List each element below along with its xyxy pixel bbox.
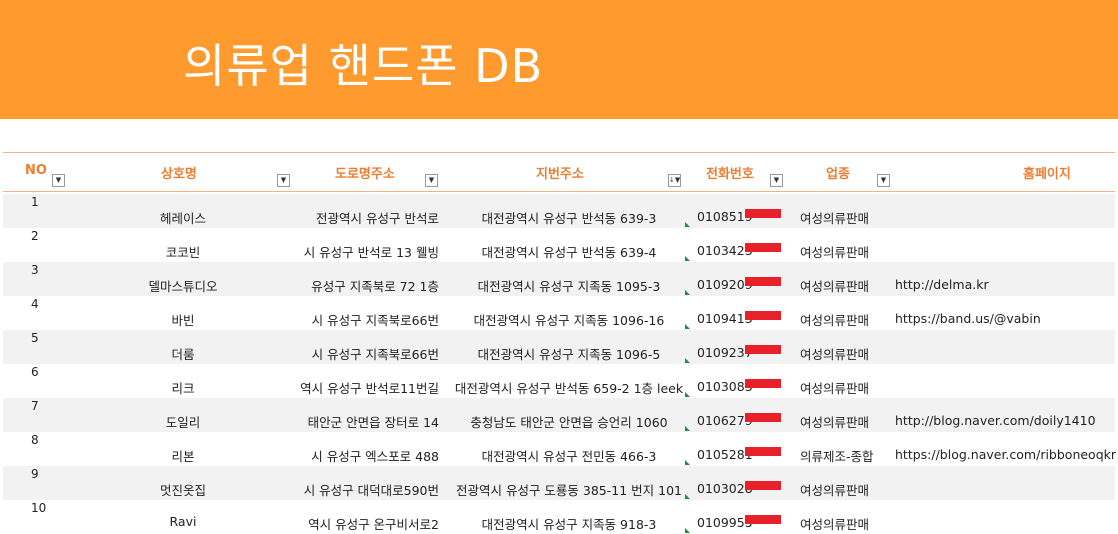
cell-no: 5 bbox=[31, 331, 39, 345]
cell-jibun: 대전광역시 유성구 지족동 1096-5 bbox=[477, 347, 661, 362]
table-row[interactable]: 7 도일리 태안군 안면읍 장터로 14 충청남도 태안군 안면읍 승언리 10… bbox=[3, 398, 1115, 432]
cell-road: 역시 유성구 반석로11번길 bbox=[300, 381, 439, 396]
redaction-mark bbox=[745, 243, 781, 252]
table-row[interactable]: 8 리본 시 유성구 엑스포로 488 대전광역시 유성구 전민동 466-3 … bbox=[3, 432, 1116, 466]
error-indicator-icon bbox=[685, 358, 690, 363]
cell-name: 헤레이스 bbox=[159, 211, 206, 226]
error-indicator-icon bbox=[685, 256, 690, 261]
redaction-mark bbox=[745, 515, 781, 524]
redaction-mark bbox=[745, 345, 781, 354]
cell-no: 4 bbox=[31, 297, 39, 311]
cell-biz: 여성의류판매 bbox=[800, 483, 870, 498]
redaction-mark bbox=[745, 311, 781, 320]
cell-jibun: 대전광역시 유성구 지족동 1096-16 bbox=[473, 313, 665, 328]
cell-name: 바빈 bbox=[171, 313, 195, 328]
cell-jibun: 대전광역시 유성구 지족동 918-3 bbox=[481, 517, 657, 532]
cell-name: 도일리 bbox=[165, 415, 201, 430]
cell-road: 시 유성구 엑스포로 488 bbox=[311, 449, 439, 464]
cell-name: 리크 bbox=[171, 381, 195, 396]
table-row[interactable]: 1 헤레이스 전광역시 유성구 반석로 대전광역시 유성구 반석동 639-3 … bbox=[3, 194, 1115, 228]
title-banner: 의류업 핸드폰 DB bbox=[0, 0, 1118, 119]
cell-biz: 여성의류판매 bbox=[800, 517, 870, 532]
cell-no: 3 bbox=[31, 263, 39, 277]
cell-no: 6 bbox=[31, 365, 39, 379]
redaction-mark bbox=[745, 481, 781, 490]
cell-biz: 여성의류판매 bbox=[800, 381, 870, 396]
filter-dropdown-no[interactable]: ▼ bbox=[52, 174, 65, 187]
error-indicator-icon bbox=[685, 426, 690, 431]
cell-jibun: 대전광역시 유성구 반석동 639-3 bbox=[481, 211, 657, 226]
redaction-mark bbox=[745, 209, 781, 218]
header-no: NO bbox=[25, 163, 47, 178]
cell-home[interactable]: http://blog.naver.com/doily1410 bbox=[895, 413, 1096, 428]
redaction-mark bbox=[745, 413, 781, 422]
cell-name: 리본 bbox=[171, 449, 195, 464]
cell-jibun: 대전광역시 유성구 반석동 659-2 1층 leek bbox=[454, 381, 684, 396]
cell-jibun: 충청남도 태안군 안면읍 승언리 1060 bbox=[470, 415, 668, 430]
cell-home[interactable]: https://blog.naver.com/ribboneoqkr bbox=[895, 447, 1116, 462]
table-row[interactable]: 5 더룸 시 유성구 지족북로66번 대전광역시 유성구 지족동 1096-5 … bbox=[3, 330, 1115, 364]
page-title: 의류업 핸드폰 DB bbox=[183, 39, 544, 93]
header-name: 상호명 bbox=[161, 167, 197, 182]
header-jibun: 지번주소 bbox=[536, 167, 584, 182]
cell-road: 시 유성구 지족북로66번 bbox=[311, 347, 439, 362]
header-biz: 업종 bbox=[826, 167, 850, 182]
cell-no: 2 bbox=[31, 229, 39, 243]
cell-name: 코코빈 bbox=[165, 245, 201, 260]
filter-dropdown-biz[interactable]: ▼ bbox=[877, 174, 890, 187]
table-row[interactable]: 6 리크 역시 유성구 반석로11번길 대전광역시 유성구 반석동 659-2 … bbox=[3, 364, 1115, 398]
cell-road: 역시 유성구 온구비서로2 bbox=[308, 517, 439, 532]
cell-no: 7 bbox=[31, 399, 39, 413]
cell-road: 시 유성구 지족북로66번 bbox=[311, 313, 439, 328]
cell-no: 10 bbox=[31, 501, 47, 515]
cell-biz: 여성의류판매 bbox=[800, 211, 870, 226]
cell-road: 유성구 지족북로 72 1층 bbox=[311, 279, 439, 294]
cell-road: 시 유성구 반석로 13 웰빙 bbox=[303, 245, 439, 260]
cell-jibun: 대전광역시 유성구 전민동 466-3 bbox=[481, 449, 657, 464]
redaction-mark bbox=[745, 447, 781, 456]
error-indicator-icon bbox=[685, 460, 690, 465]
table-header: NO ▼ 상호명 ▼ 도로명주소 ▼ 지번주소 ↓▼ 전화번호 ▼ 업종 ▼ 홈… bbox=[3, 152, 1115, 192]
table-row[interactable]: 3 델마스튜디오 유성구 지족북로 72 1층 대전광역시 유성구 지족동 10… bbox=[3, 262, 1115, 296]
sort-filter-jibun-icon[interactable]: ↓▼ bbox=[668, 174, 681, 187]
cell-home[interactable]: http://delma.kr bbox=[895, 277, 989, 292]
cell-biz: 여성의류판매 bbox=[800, 279, 870, 294]
table-row[interactable]: 9 멋진옷집 시 유성구 대덕대로590번 전광역시 유성구 도룡동 385-1… bbox=[3, 466, 1115, 500]
cell-road: 시 유성구 대덕대로590번 bbox=[303, 483, 439, 498]
cell-name: Ravi bbox=[169, 514, 197, 529]
cell-name: 더룸 bbox=[171, 347, 195, 362]
cell-biz: 여성의류판매 bbox=[800, 347, 870, 362]
cell-name: 멋진옷집 bbox=[159, 483, 206, 498]
error-indicator-icon bbox=[685, 290, 690, 295]
table-row[interactable]: 2 코코빈 시 유성구 반석로 13 웰빙 대전광역시 유성구 반석동 639-… bbox=[3, 228, 1115, 262]
cell-no: 1 bbox=[31, 195, 39, 209]
cell-home[interactable]: https://band.us/@vabin bbox=[895, 311, 1041, 326]
error-indicator-icon bbox=[685, 222, 690, 227]
cell-biz: 여성의류판매 bbox=[800, 313, 870, 328]
cell-no: 9 bbox=[31, 467, 39, 481]
error-indicator-icon bbox=[685, 494, 690, 499]
cell-name: 델마스튜디오 bbox=[148, 279, 218, 294]
cell-road: 태안군 안면읍 장터로 14 bbox=[307, 415, 439, 430]
filter-dropdown-road[interactable]: ▼ bbox=[425, 174, 438, 187]
header-home: 홈페이지 bbox=[1023, 167, 1071, 182]
cell-road: 전광역시 유성구 반석로 bbox=[316, 211, 439, 226]
redaction-mark bbox=[745, 379, 781, 388]
header-phone: 전화번호 bbox=[706, 167, 754, 182]
header-road: 도로명주소 bbox=[335, 167, 395, 182]
table-row[interactable]: 4 바빈 시 유성구 지족북로66번 대전광역시 유성구 지족동 1096-16… bbox=[3, 296, 1115, 330]
cell-biz: 여성의류판매 bbox=[800, 415, 870, 430]
table-row[interactable]: 10 Ravi 역시 유성구 온구비서로2 대전광역시 유성구 지족동 918-… bbox=[3, 500, 1115, 534]
error-indicator-icon bbox=[685, 392, 690, 397]
cell-biz: 여성의류판매 bbox=[800, 245, 870, 260]
cell-jibun: 전광역시 유성구 도룡동 385-11 번지 101 bbox=[455, 483, 682, 498]
error-indicator-icon bbox=[685, 324, 690, 329]
redaction-mark bbox=[745, 277, 781, 286]
cell-jibun: 대전광역시 유성구 지족동 1095-3 bbox=[477, 279, 661, 294]
cell-biz: 의류제조-종합 bbox=[800, 449, 874, 464]
filter-dropdown-phone[interactable]: ▼ bbox=[770, 174, 783, 187]
cell-jibun: 대전광역시 유성구 반석동 639-4 bbox=[481, 245, 657, 260]
cell-no: 8 bbox=[31, 433, 39, 447]
filter-dropdown-name[interactable]: ▼ bbox=[277, 174, 290, 187]
